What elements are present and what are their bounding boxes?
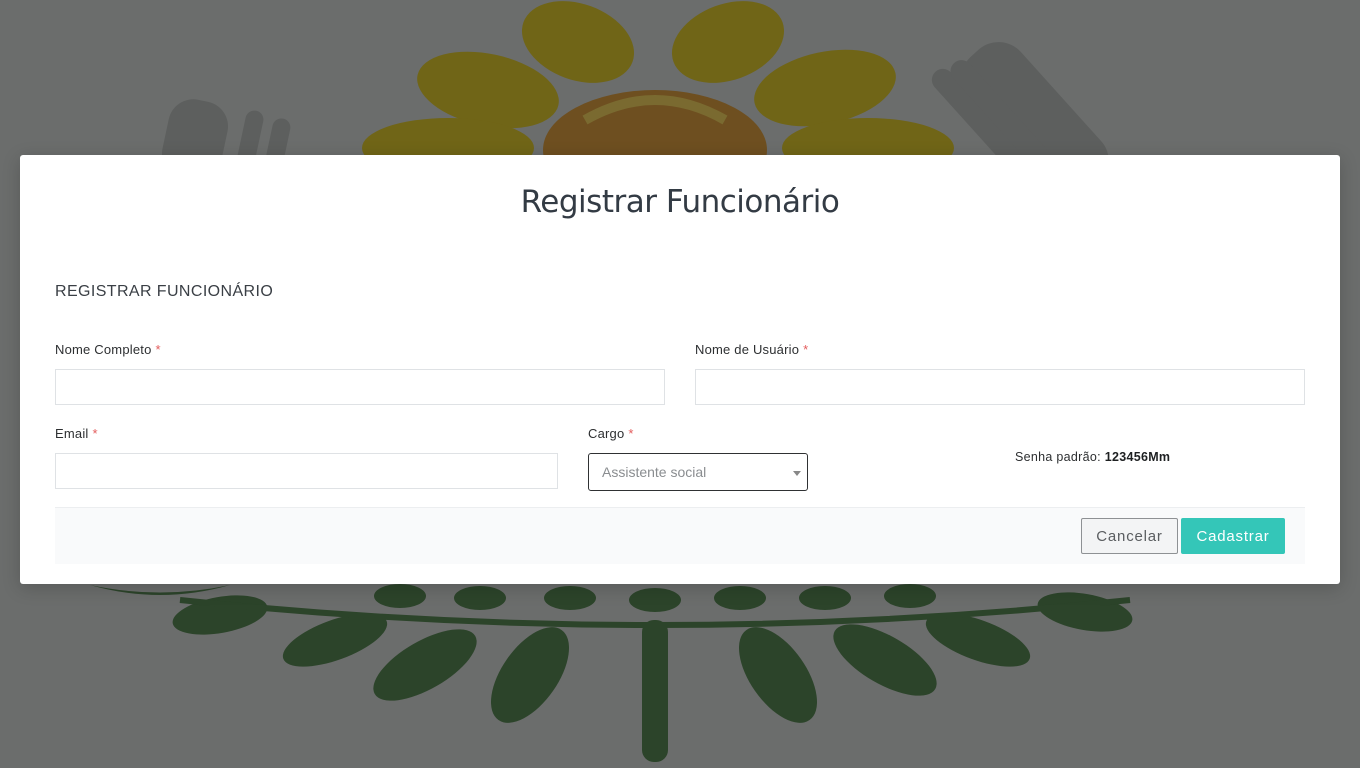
required-marker: * xyxy=(803,342,809,357)
full-name-input[interactable] xyxy=(55,369,665,405)
role-label-text: Cargo xyxy=(588,426,625,441)
role-select-value: Assistente social xyxy=(602,464,707,480)
role-label: Cargo * xyxy=(588,426,634,441)
modal-title: Registrar Funcionário xyxy=(520,184,840,220)
required-marker: * xyxy=(155,342,161,357)
cancel-button[interactable]: Cancelar xyxy=(1081,518,1178,554)
required-marker: * xyxy=(628,426,634,441)
full-name-label: Nome Completo * xyxy=(55,342,161,357)
required-marker: * xyxy=(92,426,98,441)
email-label-text: Email xyxy=(55,426,89,441)
register-employee-modal: Registrar Funcionário REGISTRAR FUNCIONÁ… xyxy=(20,155,1340,584)
modal-footer: Cancelar Cadastrar xyxy=(55,507,1305,564)
email-input[interactable] xyxy=(55,453,558,489)
role-select[interactable]: Assistente social xyxy=(588,453,808,491)
username-label-text: Nome de Usuário xyxy=(695,342,800,357)
full-name-label-text: Nome Completo xyxy=(55,342,152,357)
section-title: REGISTRAR FUNCIONÁRIO xyxy=(55,283,274,300)
default-password-value: 123456Mm xyxy=(1104,450,1171,464)
default-password-note: Senha padrão: 123456Mm xyxy=(1015,450,1170,464)
chevron-down-icon xyxy=(793,471,801,476)
default-password-label: Senha padrão: xyxy=(1015,450,1101,464)
username-label: Nome de Usuário * xyxy=(695,342,808,357)
submit-button[interactable]: Cadastrar xyxy=(1181,518,1285,554)
email-label: Email * xyxy=(55,426,98,441)
username-input[interactable] xyxy=(695,369,1305,405)
